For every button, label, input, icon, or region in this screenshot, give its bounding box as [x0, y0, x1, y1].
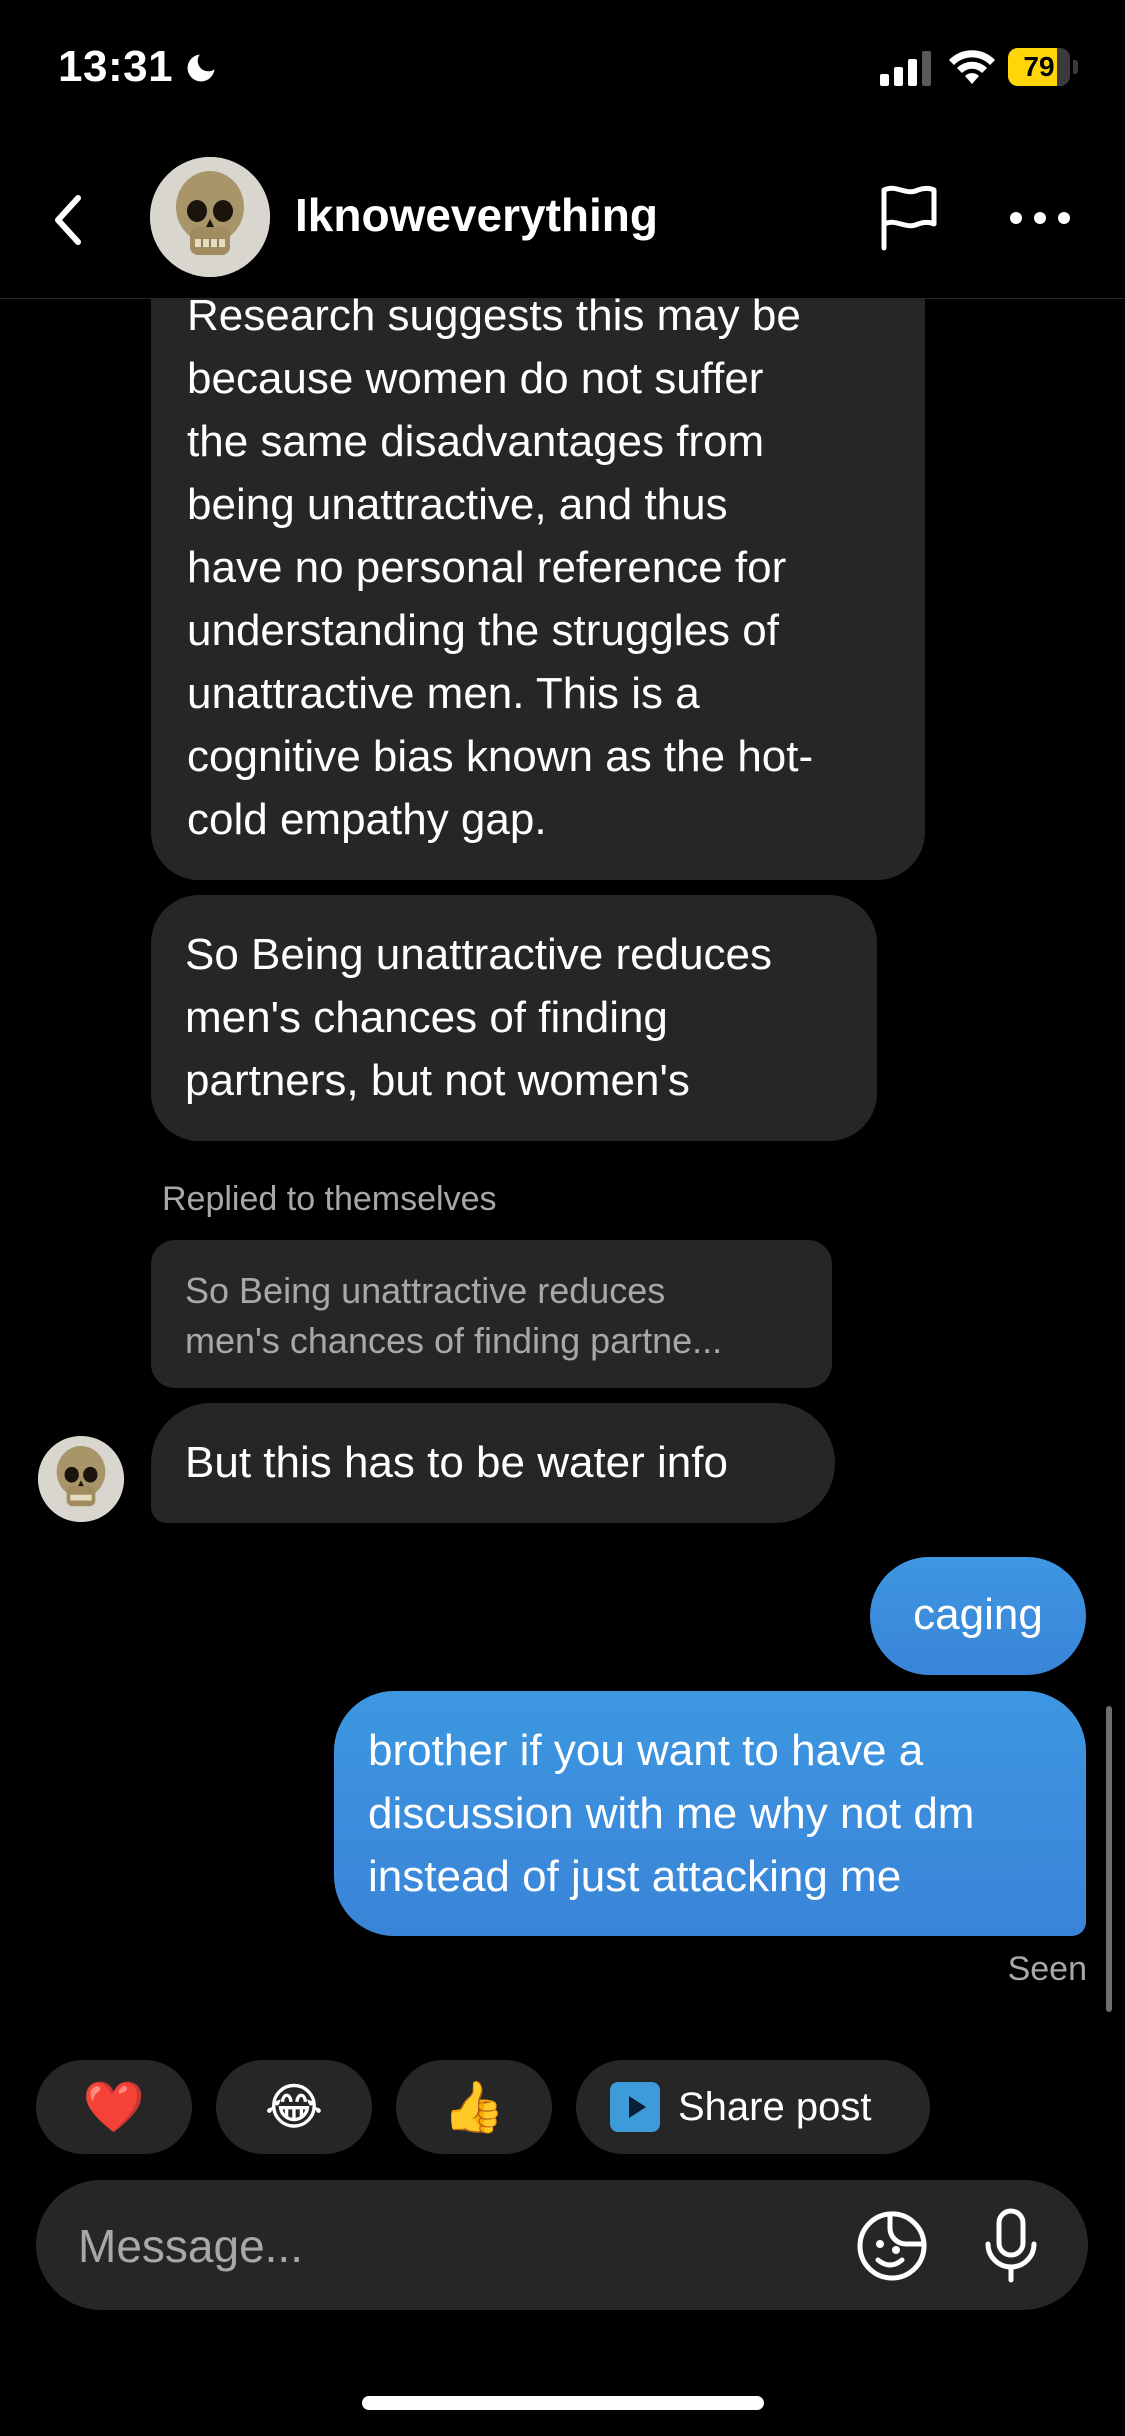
- dm-thread-screen: 13:31 79 Iknoweverything Research sugges…: [0, 0, 1125, 2436]
- message-line: cognitive bias known as the hot-: [187, 732, 814, 781]
- play-square-icon: [610, 2082, 660, 2132]
- message-bubble-outgoing[interactable]: caging: [870, 1557, 1086, 1675]
- home-indicator[interactable]: [362, 2396, 764, 2410]
- message-bubble-incoming[interactable]: So Being unattractive reduces men's chan…: [151, 895, 877, 1141]
- moon-icon: [187, 54, 215, 82]
- message-line: because women do not suffer: [187, 354, 764, 403]
- message-input[interactable]: [76, 2180, 840, 2312]
- signal-icon: [880, 51, 931, 86]
- message-line: understanding the struggles of: [187, 606, 779, 655]
- message-line: brother if you want to have a: [368, 1726, 924, 1775]
- more-options-button[interactable]: [1000, 180, 1080, 256]
- reply-context-label: Replied to themselves: [162, 1180, 497, 1218]
- heart-emoji-icon: ❤️: [82, 2079, 146, 2135]
- sender-avatar[interactable]: [38, 1436, 124, 1522]
- more-horizontal-icon: [1010, 212, 1070, 224]
- message-line: cold empathy gap.: [187, 795, 547, 844]
- message-line: the same disadvantages from: [187, 417, 765, 466]
- message-line: unattractive men. This is a: [187, 669, 700, 718]
- microphone-icon: [985, 2208, 1037, 2283]
- message-bubble-outgoing[interactable]: brother if you want to have a discussion…: [334, 1691, 1086, 1936]
- seen-receipt: Seen: [1007, 1950, 1087, 1988]
- quick-reaction-heart[interactable]: ❤️: [36, 2060, 192, 2154]
- message-line: partners, but not women's: [185, 1056, 690, 1105]
- scrollbar[interactable]: [1106, 1706, 1112, 2012]
- message-line: So Being unattractive reduces: [185, 930, 773, 979]
- message-line: Research suggests this may be: [187, 298, 801, 340]
- message-bubble-incoming[interactable]: Research suggests this may be because wo…: [151, 298, 925, 880]
- battery-level: 79: [1023, 51, 1055, 82]
- sticker-button[interactable]: [854, 2208, 930, 2284]
- sticker-icon: [857, 2211, 927, 2281]
- back-button[interactable]: [40, 180, 96, 260]
- message-line: But this has to be water info: [185, 1438, 728, 1487]
- quoted-reply-preview[interactable]: So Being unattractive reduces men's chan…: [151, 1240, 832, 1388]
- back-chevron-icon: [55, 195, 81, 245]
- wifi-icon: [949, 50, 995, 84]
- message-bubble-incoming[interactable]: But this has to be water info: [151, 1403, 835, 1523]
- message-line: have no personal reference for: [187, 543, 787, 592]
- share-post-button[interactable]: Share post: [576, 2060, 930, 2154]
- quoted-line: men's chances of finding partne...: [185, 1320, 723, 1361]
- message-line: being unattractive, and thus: [187, 480, 728, 529]
- conversation-username[interactable]: Iknoweverything: [295, 188, 658, 242]
- laugh-emoji-icon: 😂: [264, 2079, 324, 2135]
- message-line: discussion with me why not dm: [368, 1789, 975, 1838]
- skull-icon: [38, 1436, 124, 1522]
- conversation-header: Iknoweverything: [0, 140, 1125, 299]
- quoted-line: So Being unattractive reduces: [185, 1270, 666, 1311]
- report-flag-button[interactable]: [870, 180, 946, 256]
- message-line: men's chances of finding: [185, 993, 668, 1042]
- status-time: 13:31: [58, 42, 174, 91]
- flag-icon: [881, 185, 937, 251]
- status-bar: 13:31 79: [0, 0, 1125, 140]
- quick-reaction-laugh[interactable]: 😂: [216, 2060, 372, 2154]
- battery-icon: 79: [1008, 48, 1078, 88]
- message-line: instead of just attacking me: [368, 1852, 902, 1901]
- skull-avatar[interactable]: [150, 157, 270, 277]
- message-line: caging: [913, 1590, 1043, 1639]
- skull-icon: [150, 157, 270, 277]
- quick-reaction-thumbs-up[interactable]: 👍: [396, 2060, 552, 2154]
- thumbs-up-emoji-icon: 👍: [442, 2079, 506, 2135]
- voice-message-button[interactable]: [976, 2206, 1046, 2286]
- share-post-label: Share post: [678, 2084, 872, 2129]
- message-composer: [36, 2180, 1088, 2312]
